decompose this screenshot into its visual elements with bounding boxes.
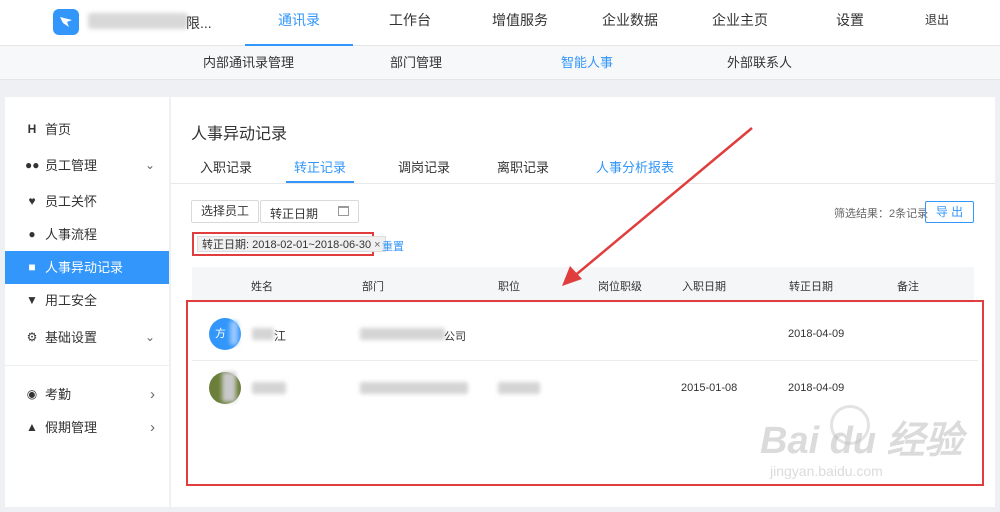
sidebar-item-label: 用工安全	[45, 293, 98, 308]
sidebar-item-label: 假期管理	[45, 420, 98, 435]
chevron-down-icon: ⌄	[144, 158, 155, 172]
row-divider	[192, 360, 978, 361]
top-navbar: 限... 通讯录 工作台 增值服务 企业数据 企业主页 设置 退出	[0, 0, 1000, 46]
sidebar-item-attendance[interactable]: ◉ 考勤 ›	[5, 378, 169, 411]
home-icon: H	[27, 122, 37, 136]
column-header-job-level: 岗位职级	[598, 281, 642, 293]
column-header-regularization-date: 转正日期	[789, 281, 833, 293]
filter-chip-date[interactable]: 转正日期: 2018-02-01~2018-06-30 ×	[197, 236, 386, 252]
avatar-initial: 方	[215, 328, 226, 340]
regularization-date: 2018-04-09	[788, 382, 845, 394]
dingtalk-logo-icon[interactable]	[53, 9, 79, 35]
filter-chip-label: 转正日期: 2018-02-01~2018-06-30	[202, 239, 372, 251]
sidebar-item-label: 员工关怀	[45, 194, 98, 209]
column-header-position: 职位	[498, 281, 520, 293]
shield-icon: ▼	[26, 293, 38, 307]
record-icon: ■	[28, 260, 36, 274]
sidebar-divider	[5, 365, 169, 366]
calendar-icon	[338, 206, 349, 216]
column-header-name: 姓名	[251, 281, 273, 293]
chevron-right-icon: ›	[150, 386, 155, 403]
table-header: 姓名 部门 职位 岗位职级 入职日期 转正日期 备注	[192, 267, 974, 303]
baidu-jingyan-watermark: Bai du 经验 jingyan.baidu.com	[760, 405, 995, 485]
heart-icon: ♥	[28, 194, 36, 208]
sidebar-item-label: 人事流程	[45, 227, 98, 242]
sidebar-item-hr-change-records[interactable]: ■ 人事异动记录	[5, 251, 169, 284]
name-blurred	[252, 328, 274, 340]
export-button[interactable]: 导 出	[925, 201, 974, 223]
sidebar-item-basic-settings[interactable]: ⚙ 基础设置 ⌄	[5, 321, 169, 354]
person-icon: ●	[28, 227, 36, 241]
tab-resignation-records[interactable]: 离职记录	[497, 157, 549, 183]
chevron-down-icon: ⌄	[144, 330, 155, 344]
sidebar-item-employment-safety[interactable]: ▼ 用工安全	[5, 284, 169, 317]
blurred-region	[222, 372, 236, 402]
sidebar-item-home[interactable]: H 首页	[5, 113, 169, 146]
sidebar-item-label: 考勤	[45, 387, 72, 402]
department-blurred	[360, 328, 445, 340]
watermark-url: jingyan.baidu.com	[770, 463, 883, 479]
tab-onboarding-records[interactable]: 入职记录	[200, 157, 252, 183]
regularization-date-picker[interactable]: 转正日期	[260, 200, 359, 223]
sub-navbar: 内部通讯录管理 部门管理 智能人事 外部联系人	[0, 46, 1000, 80]
department-name: 公司	[444, 331, 466, 343]
watermark-brand: Bai du 经验	[760, 420, 963, 462]
column-header-hire-date: 入职日期	[682, 281, 726, 293]
blurred-region	[230, 321, 238, 345]
select-employee-button[interactable]: 选择员工	[191, 200, 260, 223]
subnav-department[interactable]: 部门管理	[390, 46, 442, 80]
users-icon: ●●	[25, 158, 40, 172]
chevron-right-icon: ›	[150, 419, 155, 436]
sidebar-item-label: 人事异动记录	[45, 260, 124, 275]
sidebar-item-label: 员工管理	[45, 158, 98, 173]
subnav-smart-hr[interactable]: 智能人事	[561, 46, 613, 80]
date-picker-label: 转正日期	[270, 207, 319, 221]
sidebar-item-label: 首页	[45, 122, 72, 137]
department-blurred	[360, 382, 468, 394]
page-title: 人事异动记录	[191, 126, 288, 143]
sidebar: H 首页 ●● 员工管理 ⌄ ♥ 员工关怀 ● 人事流程 ■ 人事异动记录 ▼ …	[5, 97, 169, 507]
nav-value-added[interactable]: 增值服务	[478, 0, 562, 46]
tab-hr-analysis-report[interactable]: 人事分析报表	[596, 157, 674, 183]
regularization-date: 2018-04-09	[788, 328, 845, 340]
sidebar-item-employee-management[interactable]: ●● 员工管理 ⌄	[5, 149, 169, 182]
subnav-external-contacts[interactable]: 外部联系人	[727, 46, 792, 80]
tabs-divider	[171, 183, 995, 184]
nav-workbench[interactable]: 工作台	[370, 0, 450, 46]
column-header-remarks: 备注	[897, 281, 919, 293]
company-name: 限...	[186, 15, 212, 31]
vacation-icon: ▲	[26, 420, 38, 434]
company-name-blurred	[88, 13, 188, 29]
name-blurred	[252, 382, 286, 394]
tab-regularization-records[interactable]: 转正记录	[286, 157, 354, 183]
reset-link[interactable]: 重置	[382, 238, 404, 254]
nav-enterprise-home[interactable]: 企业主页	[698, 0, 782, 46]
gear-icon: ⚙	[26, 330, 38, 344]
nav-enterprise-data[interactable]: 企业数据	[588, 0, 672, 46]
attendance-icon: ◉	[26, 387, 38, 401]
tab-transfer-records[interactable]: 调岗记录	[398, 157, 450, 183]
highlight-box-filter: 转正日期: 2018-02-01~2018-06-30 ×	[192, 232, 386, 256]
sidebar-item-vacation-management[interactable]: ▲ 假期管理 ›	[5, 411, 169, 444]
logout-link[interactable]: 退出	[925, 0, 949, 40]
nav-settings[interactable]: 设置	[820, 0, 880, 46]
employee-name: 江	[274, 329, 287, 343]
sidebar-item-hr-process[interactable]: ● 人事流程	[5, 218, 169, 251]
sidebar-item-employee-care[interactable]: ♥ 员工关怀	[5, 185, 169, 218]
filter-result-count: 筛选结果：2条记录	[834, 208, 929, 220]
table-row[interactable]: 方 江 公司 2018-04-09	[192, 308, 978, 360]
nav-contacts[interactable]: 通讯录	[245, 0, 353, 46]
sidebar-item-label: 基础设置	[45, 330, 98, 345]
close-icon[interactable]: ×	[374, 239, 380, 251]
subnav-internal-contacts[interactable]: 内部通讯录管理	[203, 46, 294, 80]
position-blurred	[498, 382, 540, 394]
column-header-department: 部门	[362, 281, 384, 293]
hire-date: 2015-01-08	[681, 382, 738, 394]
